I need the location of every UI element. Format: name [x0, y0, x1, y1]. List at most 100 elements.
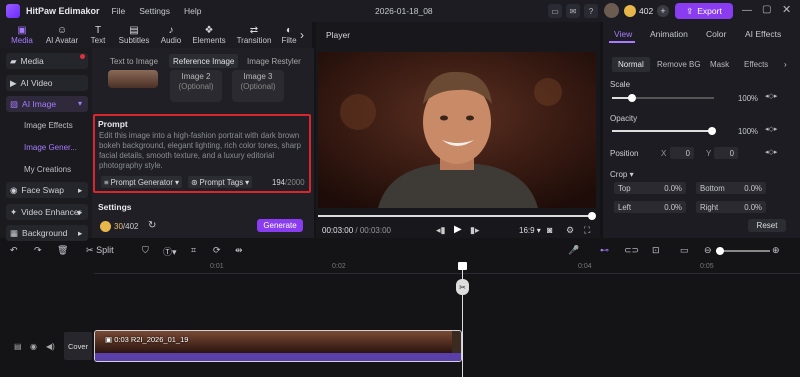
monitor-icon[interactable]: ▭ [548, 4, 562, 18]
previous-frame-icon[interactable]: ◂▮ [436, 225, 445, 236]
tab-reference-image[interactable]: Reference Image [169, 54, 239, 68]
tool-ai-avatar[interactable]: ☺ AI Avatar [42, 22, 82, 48]
scale-value[interactable]: 100% [722, 92, 762, 104]
zoom-out-icon[interactable]: ⊖ [704, 245, 712, 256]
help-icon[interactable]: ? [584, 4, 598, 18]
keyframe-icon[interactable]: ◂◇▸ [765, 92, 777, 100]
tool-filter[interactable]: ◐ Filte [280, 22, 298, 48]
position-x-input[interactable]: 0 [670, 147, 694, 159]
play-icon[interactable]: ▶ [454, 224, 462, 235]
tool-subtitles[interactable]: ▤ Subtitles [114, 22, 154, 48]
add-credits-icon[interactable]: + [657, 5, 669, 17]
tab-text-to-image[interactable]: Text to Image [106, 54, 162, 68]
crop-icon[interactable]: ⌗ [191, 245, 196, 256]
mirror-icon[interactable]: ⇹ [235, 245, 243, 256]
fullscreen-icon[interactable]: ⛶ [584, 225, 590, 236]
delete-icon[interactable]: 🗑 [57, 245, 68, 256]
subtab-normal[interactable]: Normal [612, 57, 650, 72]
opacity-value[interactable]: 100% [722, 125, 762, 137]
subtab-mask[interactable]: Mask [704, 57, 735, 72]
fit-icon[interactable]: ⊡ [652, 245, 660, 256]
opacity-slider[interactable] [612, 130, 712, 132]
ratio-icon[interactable]: ▭ [680, 245, 689, 256]
sidebar-sub-image-effects[interactable]: Image Effects [24, 121, 73, 130]
cover-button[interactable]: Cover [64, 332, 92, 360]
tab-animation[interactable]: Animation [650, 29, 688, 39]
minimize-icon[interactable]: — [742, 5, 752, 16]
opacity-slider-handle[interactable] [708, 127, 716, 135]
subtab-remove-bg[interactable]: Remove BG [651, 57, 707, 72]
keyframe-icon[interactable]: ◂◇▸ [765, 125, 777, 133]
tool-transition[interactable]: ⇄ Transition [234, 22, 274, 48]
chevron-right-icon[interactable]: › [300, 28, 304, 42]
generate-button[interactable]: Generate [257, 219, 303, 232]
menu-file[interactable]: File [112, 6, 126, 16]
video-preview[interactable] [318, 52, 596, 208]
keyframe-icon[interactable]: ◂◇▸ [765, 148, 777, 156]
crop-top-field[interactable]: Top 0.0% [614, 182, 686, 194]
text-tool-icon[interactable]: Ⓣ▾ [163, 245, 177, 258]
menu-help[interactable]: Help [184, 6, 201, 16]
tab-view[interactable]: View [609, 25, 635, 43]
microphone-icon[interactable]: 🎤 [568, 245, 579, 256]
chevron-right-icon[interactable]: › [784, 60, 787, 69]
link-icon[interactable]: ⊷ [600, 245, 609, 256]
avatar[interactable] [604, 3, 619, 18]
reference-image-3-slot[interactable]: Image 3 (Optional) [232, 70, 284, 102]
crop-bottom-field[interactable]: Bottom 0.0% [696, 182, 766, 194]
sidebar-item-background[interactable]: ▦ Background ▸ [6, 225, 88, 241]
close-icon[interactable]: ✕ [782, 3, 791, 16]
split-button[interactable]: ✂ Split [86, 245, 114, 256]
playhead-handle[interactable] [458, 262, 467, 270]
settings-icon[interactable]: ⚙ [566, 225, 574, 236]
track-visibility-icon[interactable]: ◉ [30, 342, 37, 351]
reference-image-1[interactable] [108, 70, 158, 88]
prompt-input[interactable]: Edit this image into a high-fashion port… [99, 131, 306, 173]
crop-left-field[interactable]: Left 0.0% [614, 201, 686, 213]
playhead-split-icon[interactable]: ✂ [456, 279, 469, 295]
tool-text[interactable]: T Text [86, 22, 110, 48]
prompt-generator-button[interactable]: ≡ Prompt Generator ▾ [101, 176, 182, 188]
sidebar-sub-image-generator[interactable]: Image Gener... [24, 143, 77, 152]
time-ruler[interactable] [94, 262, 800, 274]
scale-slider-handle[interactable] [628, 94, 636, 102]
tool-elements[interactable]: ❖ Elements [190, 22, 228, 48]
tab-ai-effects[interactable]: AI Effects [745, 29, 781, 39]
mail-icon[interactable]: ✉ [566, 4, 580, 18]
tab-color[interactable]: Color [706, 29, 726, 39]
zoom-in-icon[interactable]: ⊕ [772, 245, 780, 256]
refresh-icon[interactable]: ↻ [148, 220, 156, 231]
menu-settings[interactable]: Settings [139, 6, 170, 16]
reference-image-2-slot[interactable]: Image 2 (Optional) [170, 70, 222, 102]
sidebar-item-video-enhancer[interactable]: ✦ Video Enhancer ▸ [6, 204, 88, 220]
reset-button[interactable]: Reset [748, 219, 786, 232]
track-lock-icon[interactable]: ▤ [14, 342, 22, 351]
playback-progress[interactable] [318, 215, 590, 217]
crop-right-field[interactable]: Right 0.0% [696, 201, 766, 213]
export-button[interactable]: ⇪ Export [675, 3, 733, 19]
subtab-effects[interactable]: Effects [738, 57, 774, 72]
position-y-input[interactable]: 0 [714, 147, 738, 159]
track-audio-icon[interactable]: ◀) [46, 342, 55, 351]
shield-icon[interactable]: ⛉ [142, 245, 149, 256]
sidebar-item-ai-image[interactable]: ▨ AI Image ▾ [6, 96, 88, 112]
rotate-icon[interactable]: ⟳ [213, 245, 221, 256]
prompt-tags-button[interactable]: ⊛ Prompt Tags ▾ [188, 176, 253, 188]
maximize-icon[interactable]: ▢ [762, 4, 771, 15]
zoom-slider-handle[interactable] [716, 247, 724, 255]
progress-handle[interactable] [588, 212, 596, 220]
tab-image-restyler[interactable]: Image Restyler [243, 54, 305, 68]
sidebar-item-media[interactable]: ▰ Media [6, 53, 88, 69]
sidebar-sub-my-creations[interactable]: My Creations [24, 165, 71, 174]
redo-icon[interactable]: ↷ [34, 245, 42, 256]
magnet-icon[interactable]: ⊂⊃ [624, 245, 639, 256]
crop-label[interactable]: Crop ▾ [610, 170, 634, 179]
video-clip[interactable]: ▣ 0:03 R2I_2026_01_19 [94, 330, 462, 362]
sidebar-item-ai-video[interactable]: ▶ AI Video [6, 75, 88, 91]
next-frame-icon[interactable]: ▮▸ [470, 225, 479, 236]
tool-audio[interactable]: ♪ Audio [158, 22, 184, 48]
zoom-slider[interactable] [716, 250, 770, 252]
undo-icon[interactable]: ↶ [10, 245, 18, 256]
tool-media[interactable]: ▣ Media [6, 22, 38, 48]
aspect-ratio-select[interactable]: 16:9 ▾ [519, 226, 541, 235]
